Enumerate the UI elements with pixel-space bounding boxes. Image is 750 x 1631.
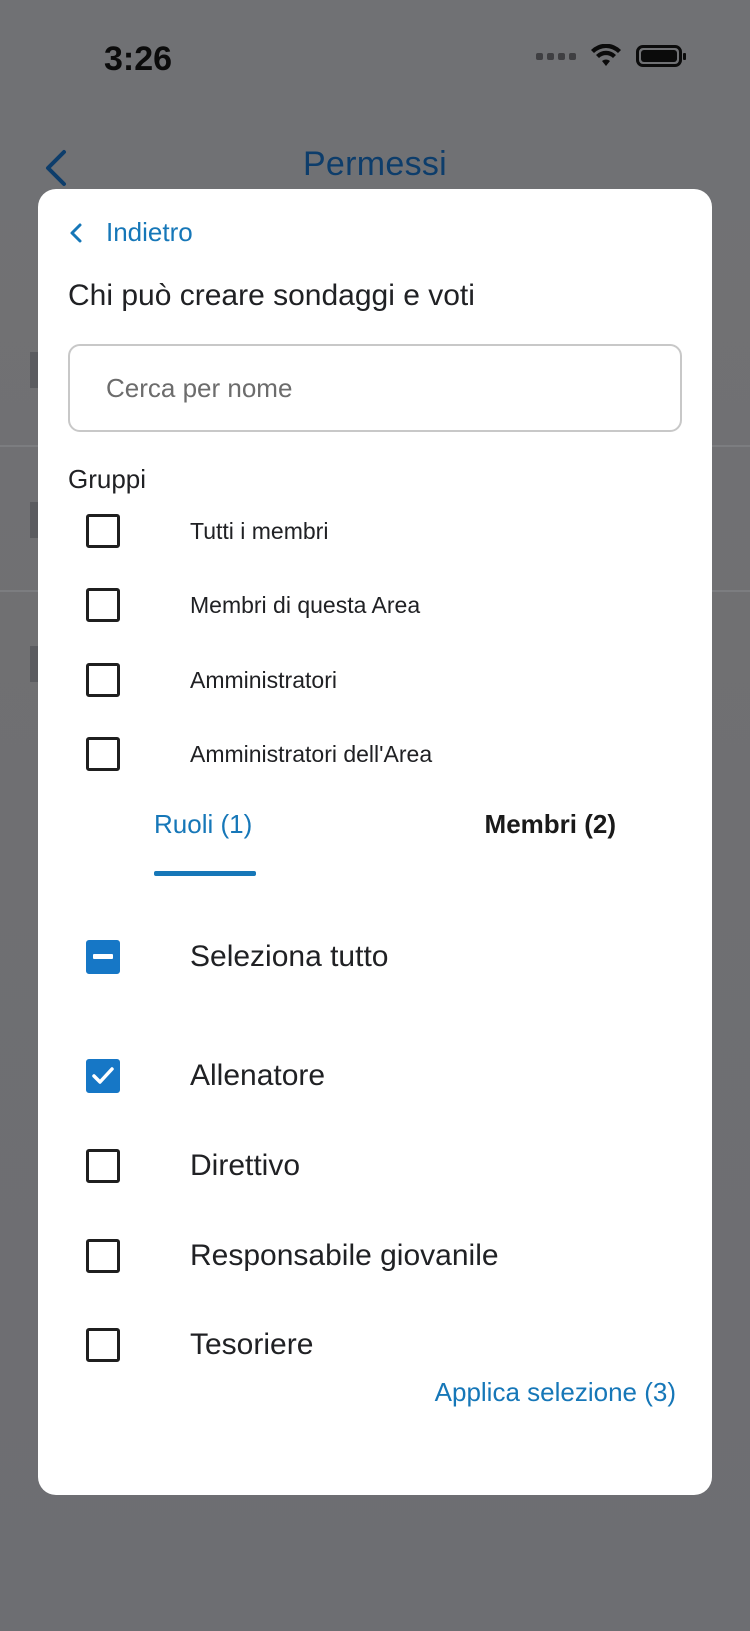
minus-icon — [93, 954, 113, 959]
status-time: 3:26 — [104, 40, 173, 78]
checkbox[interactable] — [86, 1328, 120, 1362]
back-button[interactable]: Indietro — [68, 217, 193, 248]
role-label: Direttivo — [190, 1149, 301, 1182]
background-ghost-item — [30, 352, 38, 388]
active-tab-indicator — [154, 871, 256, 876]
checkbox[interactable] — [86, 588, 120, 622]
group-label: Membri di questa Area — [190, 591, 421, 618]
select-all-row[interactable]: Seleziona tutto — [86, 940, 388, 974]
groups-header: Gruppi — [68, 464, 147, 494]
background-ghost-item — [30, 646, 38, 682]
tab-ruoli[interactable]: Ruoli (1) — [154, 809, 252, 840]
back-label: Indietro — [106, 217, 193, 247]
checkbox[interactable] — [86, 1149, 120, 1183]
select-all-label: Seleziona tutto — [190, 940, 389, 973]
group-item-membri-area[interactable]: Membri di questa Area — [86, 588, 420, 622]
group-label: Amministratori — [190, 666, 337, 693]
group-item-tutti-i-membri[interactable]: Tutti i membri — [86, 514, 328, 548]
role-label: Allenatore — [190, 1059, 326, 1092]
chevron-left-icon — [70, 223, 82, 242]
checkbox[interactable] — [86, 663, 120, 697]
checkbox-indeterminate[interactable] — [86, 940, 120, 974]
apply-selection-button[interactable]: Applica selezione (3) — [435, 1377, 676, 1408]
role-item-tesoriere[interactable]: Tesoriere — [86, 1328, 313, 1362]
group-item-amministratori[interactable]: Amministratori — [86, 663, 337, 697]
role-item-responsabile-giovanile[interactable]: Responsabile giovanile — [86, 1239, 499, 1273]
group-label: Amministratori dell'Area — [190, 740, 433, 767]
wifi-icon — [591, 44, 621, 66]
role-item-direttivo[interactable]: Direttivo — [86, 1149, 300, 1183]
role-label: Tesoriere — [190, 1328, 314, 1361]
checkbox[interactable] — [86, 1239, 120, 1273]
tab-bar: Ruoli (1) Membri (2) — [38, 809, 712, 889]
battery-icon — [636, 45, 686, 67]
background-ghost-item — [30, 502, 38, 538]
status-icons — [536, 44, 686, 68]
group-item-amministratori-area[interactable]: Amministratori dell'Area — [86, 737, 432, 771]
signal-icon — [536, 52, 576, 60]
checkbox[interactable] — [86, 737, 120, 771]
sheet-title: Chi può creare sondaggi e voti — [68, 279, 475, 312]
background-nav-title: Permessi — [302, 145, 448, 183]
search-input[interactable]: Cerca per nome — [68, 344, 682, 432]
checkbox[interactable] — [86, 514, 120, 548]
tab-membri[interactable]: Membri (2) — [485, 809, 616, 840]
checkmark-icon — [92, 1067, 114, 1084]
background-header — [0, 0, 750, 220]
checkbox-checked[interactable] — [86, 1059, 120, 1093]
group-label: Tutti i membri — [190, 517, 329, 544]
role-label: Responsabile giovanile — [190, 1239, 499, 1272]
permission-sheet: Indietro Chi può creare sondaggi e voti … — [38, 189, 712, 1495]
role-item-allenatore[interactable]: Allenatore — [86, 1059, 325, 1093]
